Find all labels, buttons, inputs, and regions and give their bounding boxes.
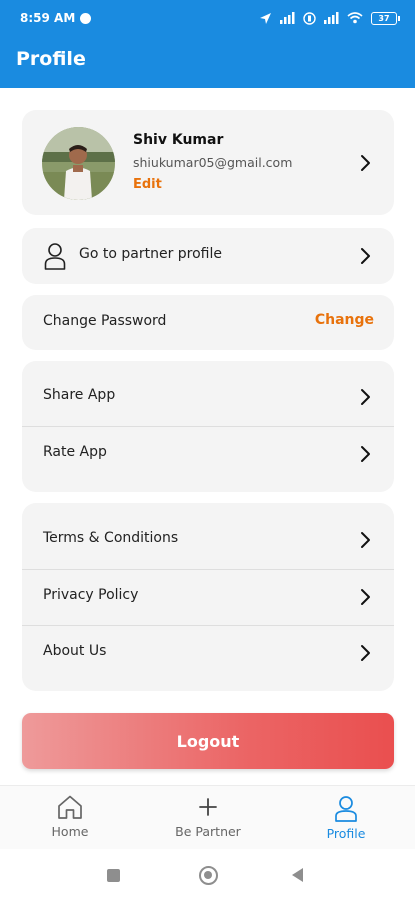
battery-icon: 37 [371, 11, 400, 25]
user-outline-icon [44, 242, 66, 270]
privacy-policy-row[interactable]: Privacy Policy [22, 569, 394, 625]
user-icon [335, 796, 357, 822]
terms-label: Terms & Conditions [43, 530, 179, 546]
logout-button[interactable]: Logout [22, 713, 394, 769]
signal-icon-2 [324, 12, 339, 24]
rate-app-row[interactable]: Rate App [22, 426, 394, 482]
signal-icon [280, 12, 295, 24]
edit-profile-link[interactable]: Edit [133, 177, 162, 192]
home-button-icon[interactable] [199, 866, 218, 885]
nav-profile[interactable]: Profile [296, 792, 396, 848]
notification-icon [80, 12, 92, 24]
change-password-label: Change Password [43, 313, 167, 329]
plus-icon [199, 798, 217, 816]
location-icon [260, 12, 271, 24]
recent-apps-icon[interactable] [107, 869, 120, 882]
app-actions-card: Share App Rate App [22, 361, 394, 492]
nav-profile-label: Profile [326, 826, 366, 841]
nav-home-label: Home [51, 824, 89, 839]
system-nav-bar [0, 850, 415, 900]
share-app-label: Share App [43, 387, 116, 403]
chevron-right-icon [358, 644, 372, 662]
back-icon[interactable] [292, 868, 303, 882]
wifi-icon [347, 12, 363, 24]
change-password-row: Change Password Change [22, 295, 394, 350]
profile-card[interactable]: Shiv Kumar shiukumar05@gmail.com Edit [22, 110, 394, 215]
chevron-right-icon [358, 445, 372, 463]
chevron-right-icon [358, 531, 372, 549]
about-us-label: About Us [43, 643, 107, 659]
profile-email: shiukumar05@gmail.com [133, 155, 293, 170]
nav-home[interactable]: Home [20, 792, 120, 848]
share-app-row[interactable]: Share App [22, 369, 394, 425]
status-time: 8:59 AM [20, 11, 76, 25]
profile-name: Shiv Kumar [133, 132, 224, 148]
about-us-row[interactable]: About Us [22, 625, 394, 681]
chevron-right-icon [358, 588, 372, 606]
terms-row[interactable]: Terms & Conditions [22, 512, 394, 568]
chevron-right-icon [358, 247, 372, 265]
chevron-right-icon [358, 154, 372, 172]
change-password-button[interactable]: Change [315, 312, 374, 328]
bottom-nav: Home Be Partner Profile [0, 785, 415, 849]
privacy-policy-label: Privacy Policy [43, 587, 139, 603]
info-links-card: Terms & Conditions Privacy Policy About … [22, 503, 394, 691]
status-bar: 8:59 AM 37 [0, 0, 415, 36]
rate-app-label: Rate App [43, 444, 107, 460]
page-title: Profile [16, 48, 86, 70]
nav-be-partner[interactable]: Be Partner [158, 792, 258, 848]
network-icon [303, 11, 316, 25]
avatar [42, 127, 115, 200]
home-icon [58, 795, 82, 819]
partner-profile-row[interactable]: Go to partner profile [22, 228, 394, 284]
partner-profile-label: Go to partner profile [79, 246, 222, 262]
app-header: 8:59 AM 37 Profile [0, 0, 415, 88]
chevron-right-icon [358, 388, 372, 406]
nav-be-partner-label: Be Partner [175, 824, 241, 839]
